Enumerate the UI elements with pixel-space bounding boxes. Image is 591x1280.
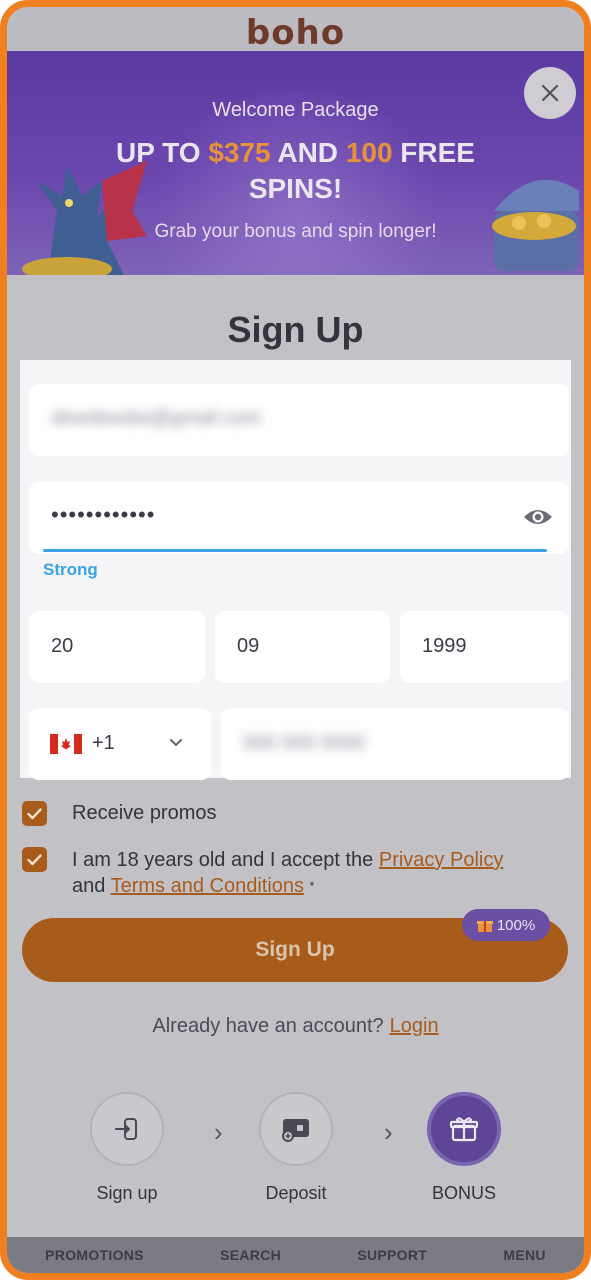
banner-title: UP TO $375 AND 100 FREE SPINS!: [116, 137, 475, 204]
email-field[interactable]: dewdewdw@gmail.com: [29, 384, 569, 456]
step-signup: [90, 1092, 164, 1166]
login-prompt: Already have an account? Login: [152, 1015, 439, 1037]
dob-year-field[interactable]: 1999: [400, 611, 569, 683]
step-label-bonus: BONUS: [431, 1183, 496, 1203]
bonus-progress-badge: 100%: [462, 909, 550, 941]
password-field[interactable]: ••••••••••••: [29, 482, 569, 554]
checkmark-icon: [27, 807, 42, 819]
terms-text: I am 18 years old and I accept the Priva…: [72, 849, 504, 897]
terms-link[interactable]: Terms and Conditions: [111, 875, 304, 897]
password-strength-bar: [43, 549, 547, 552]
step-label-signup: Sign up: [96, 1183, 158, 1203]
nav-support[interactable]: SUPPORT: [357, 1247, 427, 1263]
welcome-banner: Welcome Package UP TO $375 AND 100 FREE …: [7, 51, 584, 275]
receive-promos-label: Receive promos: [72, 802, 217, 824]
step-label-deposit: Deposit: [265, 1183, 327, 1203]
dob-month-field[interactable]: 09: [215, 611, 390, 683]
required-mark: *: [309, 879, 315, 893]
login-link[interactable]: Login: [390, 1015, 439, 1037]
step-bonus: [427, 1092, 501, 1166]
signup-form: dewdewdw@gmail.com •••••••••••• Strong 2…: [20, 360, 571, 780]
sign-in-icon: [115, 1118, 137, 1140]
privacy-policy-link[interactable]: Privacy Policy: [379, 849, 503, 871]
wallet-icon: [282, 1119, 309, 1142]
close-icon: [541, 84, 559, 102]
email-value: dewdewdw@gmail.com: [51, 407, 262, 429]
banner-description: Grab your bonus and spin longer!: [154, 221, 437, 242]
chevron-down-icon: [170, 739, 182, 747]
nav-search[interactable]: SEARCH: [220, 1247, 281, 1263]
gift-icon: [476, 921, 493, 932]
country-code-select[interactable]: +1: [29, 708, 211, 780]
terms-row[interactable]: I am 18 years old and I accept the Priva…: [22, 847, 503, 897]
receive-promos-checkbox[interactable]: [22, 801, 47, 826]
bottom-nav: PROMOTIONS SEARCH SUPPORT MENU: [7, 1237, 584, 1273]
country-code-value: +1: [92, 732, 115, 754]
password-strength-label: Strong: [43, 560, 98, 579]
nav-promotions[interactable]: PROMOTIONS: [45, 1247, 144, 1263]
terms-checkbox[interactable]: [22, 847, 47, 872]
close-button[interactable]: [524, 67, 576, 119]
phone-input[interactable]: 000 000 0000: [221, 708, 569, 780]
app-frame: boho Welcome Package UP TO $375 AND 100 …: [0, 0, 591, 1280]
app-header: boho: [7, 7, 584, 57]
canada-flag-icon: [50, 734, 82, 754]
banner-subtitle: Welcome Package: [212, 99, 379, 121]
dob-day-field[interactable]: 20: [29, 611, 205, 683]
boho-logo: boho: [245, 13, 346, 53]
step-deposit: [259, 1092, 333, 1166]
page-title: Sign Up: [227, 309, 364, 350]
chevron-right-icon: ›: [214, 1117, 223, 1147]
receive-promos-row[interactable]: Receive promos: [22, 801, 217, 826]
phone-value: 000 000 0000: [243, 732, 366, 754]
gift-icon: [449, 1117, 479, 1142]
eye-icon[interactable]: [523, 507, 553, 527]
password-value: ••••••••••••: [51, 502, 156, 527]
nav-menu[interactable]: MENU: [503, 1247, 545, 1263]
checkmark-icon: [27, 853, 42, 865]
chevron-right-icon: ›: [384, 1117, 393, 1147]
